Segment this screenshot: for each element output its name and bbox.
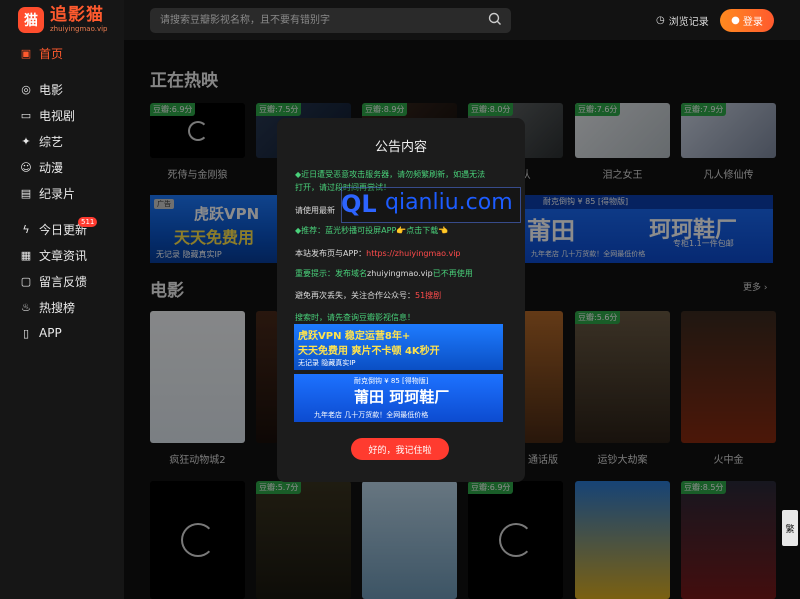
search-input[interactable]: 请搜索豆瓣影视名称，且不要有错别字 [150, 8, 511, 33]
film-icon: ◎ [21, 82, 31, 96]
sidebar-item-hot-search[interactable]: ♨ 热搜榜 [0, 294, 124, 320]
sidebar-item-movies[interactable]: ◎ 电影 [0, 76, 124, 102]
app-download-link[interactable]: ◆推荐：蓝光秒播可投屏APP👉点击下载👈 [295, 224, 515, 237]
modal-shoe-banner[interactable]: 耐克倒钩 ¥ 85 [得物版] 莆田 珂珂鞋厂 九年老店 几十万货款！全网最低价… [294, 374, 503, 422]
notice-line: ◆近日遭受恶意攻击服务器，请勿频繁刷新，如遇无法 [295, 170, 486, 179]
documentary-icon: ▤ [20, 186, 32, 200]
article-icon: ▦ [20, 248, 32, 262]
cat-logo-icon: 猫 [18, 7, 44, 33]
clock-icon: ◷ [656, 15, 665, 26]
notice-line: 避免再次丢失，关注合作公众号：51搜剧 [295, 291, 442, 300]
tv-icon: ▭ [20, 108, 32, 122]
sidebar-item-tv[interactable]: ▭ 电视剧 [0, 102, 124, 128]
update-count-badge: 511 [78, 217, 98, 227]
modal-title: 公告内容 [374, 140, 427, 155]
user-icon: ● [731, 15, 740, 26]
logo-title: 追影猫 [50, 5, 104, 25]
hot-icon: ♨ [21, 300, 31, 314]
search-icon[interactable] [488, 12, 502, 26]
sidebar-item-app[interactable]: ▯ APP [0, 320, 124, 346]
sidebar-item-anime[interactable]: ☺ 动漫 [0, 154, 124, 180]
message-icon: ▢ [20, 274, 32, 288]
watermark-logo: QL [341, 190, 377, 218]
watermark-text: qianliu.com [385, 190, 513, 215]
notice-line: 搜索时，请先查询豆瓣影视信息！ [295, 313, 415, 322]
app-icon: ▯ [22, 326, 30, 340]
confirm-button[interactable]: 好的，我记住啦 [351, 438, 449, 460]
modal-vpn-banner[interactable]: 虎跃VPN 稳定运营8年+ 天天免费用 爽片不卡顿 4K秒开 无记录 隐藏真实I… [294, 324, 503, 370]
sidebar-item-variety[interactable]: ✦ 综艺 [0, 128, 124, 154]
release-url-link[interactable]: https://zhuiyingmao.vip [366, 249, 460, 258]
lightning-icon: ϟ [22, 222, 30, 236]
notice-line: 重要提示：发布域名zhuiyingmao.vip已不再使用 [295, 269, 473, 278]
anime-icon: ☺ [20, 160, 32, 174]
notice-line: 本站发布页与APP：https://zhuiyingmao.vip [295, 249, 461, 258]
sidebar-item-home[interactable]: ▣ 首页 [0, 40, 124, 66]
sidebar-nav: ▣ 首页 ◎ 电影 ▭ 电视剧 ✦ 综艺 ☺ 动漫 ▤ 纪录片 ϟ 今日更新 5… [0, 40, 124, 346]
top-bar: 请搜索豆瓣影视名称，且不要有错别字 ◷ 浏览记录 ● 登录 [124, 0, 800, 40]
language-toggle[interactable]: 繁 [782, 510, 798, 546]
logo-domain: zhuiyingmao.vip [50, 25, 108, 33]
sidebar-item-articles[interactable]: ▦ 文章资讯 [0, 242, 124, 268]
sidebar: 猫 追影猫 zhuiyingmao.vip ▣ 首页 ◎ 电影 ▭ 电视剧 ✦ … [0, 0, 124, 599]
history-link[interactable]: ◷ 浏览记录 [656, 13, 709, 28]
announcement-modal: 公告内容 ◆近日遭受恶意攻击服务器，请勿频繁刷新，如遇无法 打开，请过段时间再尝… [277, 118, 525, 482]
home-icon: ▣ [20, 46, 32, 60]
variety-icon: ✦ [21, 134, 31, 148]
site-logo[interactable]: 猫 追影猫 zhuiyingmao.vip [18, 7, 107, 33]
sidebar-item-feedback[interactable]: ▢ 留言反馈 [0, 268, 124, 294]
login-button[interactable]: ● 登录 [720, 9, 774, 32]
sidebar-item-today-update[interactable]: ϟ 今日更新 511 [0, 216, 124, 242]
sidebar-item-documentary[interactable]: ▤ 纪录片 [0, 180, 124, 206]
